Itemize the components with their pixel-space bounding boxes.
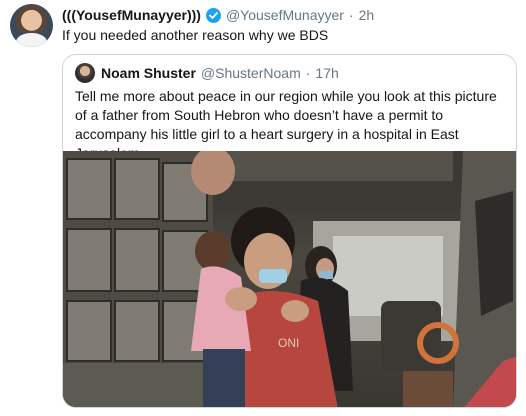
photo-illustration: ONI bbox=[63, 151, 516, 407]
quoted-tweet-timestamp: 17h bbox=[315, 65, 339, 81]
author-avatar[interactable] bbox=[10, 4, 53, 47]
author-display-name[interactable]: (((YousefMunayyer))) bbox=[62, 7, 201, 23]
svg-text:ONI: ONI bbox=[278, 336, 299, 350]
quoted-tweet-header: Noam Shuster @ShusterNoam · 17h bbox=[101, 65, 339, 81]
tweet-text: If you needed another reason why we BDS bbox=[62, 27, 329, 43]
quoted-tweet-card[interactable]: Noam Shuster @ShusterNoam · 17h Tell me … bbox=[62, 54, 517, 408]
tweet-photo[interactable]: ONI bbox=[63, 151, 516, 407]
quoted-author-handle: @ShusterNoam bbox=[200, 65, 301, 81]
tweet-timestamp[interactable]: 2h bbox=[359, 7, 375, 23]
author-handle[interactable]: @YousefMunayyer bbox=[226, 7, 344, 23]
header-separator: · bbox=[348, 7, 354, 23]
quoted-header-separator: · bbox=[305, 65, 311, 81]
tweet-header: (((YousefMunayyer))) @YousefMunayyer · 2… bbox=[62, 7, 374, 23]
quoted-author-display-name: Noam Shuster bbox=[101, 65, 196, 81]
verified-badge-icon bbox=[205, 7, 221, 23]
quoted-author-avatar bbox=[75, 63, 95, 83]
avatar-shirt bbox=[16, 33, 47, 47]
